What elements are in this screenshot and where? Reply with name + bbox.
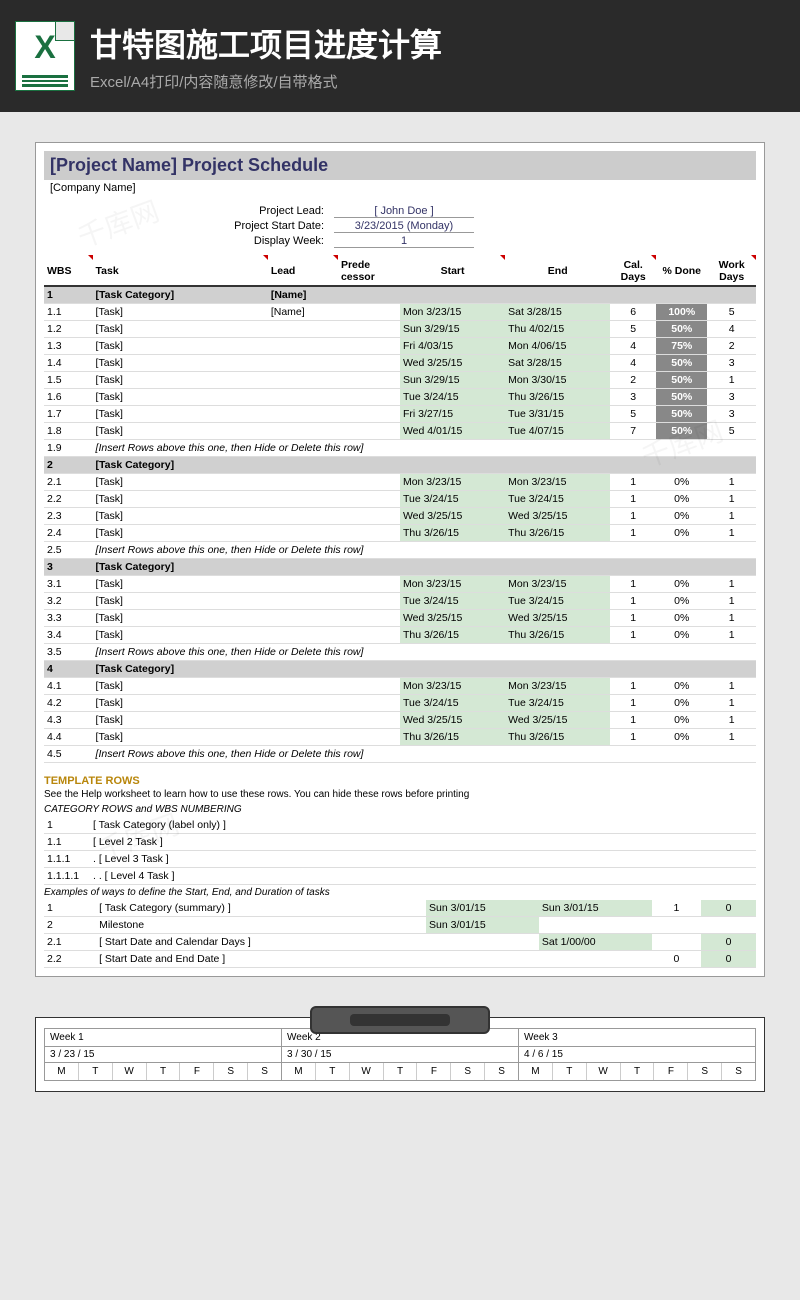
table-row[interactable]: 1[ Task Category (label only) ]: [44, 817, 756, 834]
table-row[interactable]: 2.2[ Start Date and End Date ]00: [44, 951, 756, 968]
table-row[interactable]: 2MilestoneSun 3/01/15: [44, 917, 756, 934]
table-row[interactable]: 1.1[Task][Name]Mon 3/23/15Sat 3/28/15610…: [44, 304, 756, 321]
template-header: TEMPLATE ROWS: [44, 763, 756, 787]
table-row[interactable]: 4.5[Insert Rows above this one, then Hid…: [44, 746, 756, 763]
table-row[interactable]: 3.5[Insert Rows above this one, then Hid…: [44, 644, 756, 661]
table-row[interactable]: 1.5[Task]Sun 3/29/15Mon 3/30/15250%1: [44, 372, 756, 389]
week-label: Display Week:: [44, 235, 334, 248]
table-row[interactable]: 4.4[Task]Thu 3/26/15Thu 3/26/1510%1: [44, 729, 756, 746]
table-row[interactable]: 1.2[Task]Sun 3/29/15Thu 4/02/15550%4: [44, 321, 756, 338]
table-row[interactable]: 2[Task Category]: [44, 457, 756, 474]
table-row[interactable]: 4.1[Task]Mon 3/23/15Mon 3/23/1510%1: [44, 678, 756, 695]
col-task: Task: [93, 257, 268, 286]
week-value[interactable]: 1: [334, 235, 474, 248]
gantt-weeks: Week 13 / 23 / 15MTWTFSSWeek 23 / 30 / 1…: [35, 1017, 765, 1092]
table-row[interactable]: 4[Task Category]: [44, 661, 756, 678]
project-info: Project Lead:[ John Doe ] Project Start …: [44, 204, 756, 249]
table-row[interactable]: 3.4[Task]Thu 3/26/15Thu 3/26/1510%1: [44, 627, 756, 644]
table-row[interactable]: 1.4[Task]Wed 3/25/15Sat 3/28/15450%3: [44, 355, 756, 372]
table-row[interactable]: 2.2[Task]Tue 3/24/15Tue 3/24/1510%1: [44, 491, 756, 508]
table-row[interactable]: 3.2[Task]Tue 3/24/15Tue 3/24/1510%1: [44, 593, 756, 610]
lead-value[interactable]: [ John Doe ]: [334, 205, 474, 218]
week-column: Week 23 / 30 / 15MTWTFSS: [281, 1028, 518, 1081]
start-value[interactable]: 3/23/2015 (Monday): [334, 220, 474, 233]
template-table-2[interactable]: 1[ Task Category (summary) ]Sun 3/01/15S…: [44, 900, 756, 968]
table-row[interactable]: 3[Task Category]: [44, 559, 756, 576]
col-wbs: WBS: [44, 257, 93, 286]
table-row[interactable]: 1.1.1.1. . [ Level 4 Task ]: [44, 868, 756, 885]
week-column: Week 34 / 6 / 15MTWTFSS: [518, 1028, 756, 1081]
table-row[interactable]: 2.4[Task]Thu 3/26/15Thu 3/26/1510%1: [44, 525, 756, 542]
table-row[interactable]: 2.1[Task]Mon 3/23/15Mon 3/23/1510%1: [44, 474, 756, 491]
col-cal: Cal. Days: [610, 257, 656, 286]
col-lead: Lead: [268, 257, 338, 286]
page-subtitle: Excel/A4打印/内容随意修改/自带格式: [90, 71, 442, 92]
table-row[interactable]: 1.6[Task]Tue 3/24/15Thu 3/26/15350%3: [44, 389, 756, 406]
company-name: [Company Name]: [44, 180, 756, 196]
col-start: Start: [400, 257, 505, 286]
table-row[interactable]: 1[ Task Category (summary) ]Sun 3/01/15S…: [44, 900, 756, 917]
table-row[interactable]: 1[Task Category][Name]: [44, 286, 756, 304]
page-header: X 甘特图施工项目进度计算 Excel/A4打印/内容随意修改/自带格式: [0, 0, 800, 112]
spreadsheet-preview: 千库网 千库网 千库网 [Project Name] Project Sched…: [35, 142, 765, 977]
page-title: 甘特图施工项目进度计算: [90, 20, 442, 66]
table-row[interactable]: 2.5[Insert Rows above this one, then Hid…: [44, 542, 756, 559]
table-row[interactable]: 3.3[Task]Wed 3/25/15Wed 3/25/1510%1: [44, 610, 756, 627]
table-row[interactable]: 4.3[Task]Wed 3/25/15Wed 3/25/1510%1: [44, 712, 756, 729]
table-row[interactable]: 1.1[ Level 2 Task ]: [44, 834, 756, 851]
excel-icon: X: [15, 21, 75, 91]
clipboard-clip-icon: [310, 1006, 490, 1034]
table-row[interactable]: 1.7[Task]Fri 3/27/15Tue 3/31/15550%3: [44, 406, 756, 423]
table-row[interactable]: 1.8[Task]Wed 4/01/15Tue 4/07/15750%5: [44, 423, 756, 440]
table-row[interactable]: 4.2[Task]Tue 3/24/15Tue 3/24/1510%1: [44, 695, 756, 712]
template-table-1[interactable]: 1[ Task Category (label only) ]1.1[ Leve…: [44, 817, 756, 885]
template-note: See the Help worksheet to learn how to u…: [44, 787, 756, 802]
table-row[interactable]: 1.9[Insert Rows above this one, then Hid…: [44, 440, 756, 457]
table-row[interactable]: 1.3[Task]Fri 4/03/15Mon 4/06/15475%2: [44, 338, 756, 355]
col-work: Work Days: [707, 257, 756, 286]
table-row[interactable]: 2.1[ Start Date and Calendar Days ]Sat 1…: [44, 934, 756, 951]
col-end: End: [505, 257, 610, 286]
lead-label: Project Lead:: [44, 205, 334, 218]
table-row[interactable]: 1.1.1. [ Level 3 Task ]: [44, 851, 756, 868]
start-label: Project Start Date:: [44, 220, 334, 233]
week-column: Week 13 / 23 / 15MTWTFSS: [44, 1028, 281, 1081]
project-title: [Project Name] Project Schedule: [44, 151, 756, 180]
table-row[interactable]: 2.3[Task]Wed 3/25/15Wed 3/25/1510%1: [44, 508, 756, 525]
schedule-table[interactable]: WBS Task Lead Prede cessor Start End Cal…: [44, 257, 756, 763]
template-note: CATEGORY ROWS and WBS NUMBERING: [44, 802, 756, 817]
col-pct: % Done: [656, 257, 707, 286]
table-row[interactable]: 3.1[Task]Mon 3/23/15Mon 3/23/1510%1: [44, 576, 756, 593]
template-note: Examples of ways to define the Start, En…: [44, 885, 756, 900]
col-pred: Prede cessor: [338, 257, 400, 286]
